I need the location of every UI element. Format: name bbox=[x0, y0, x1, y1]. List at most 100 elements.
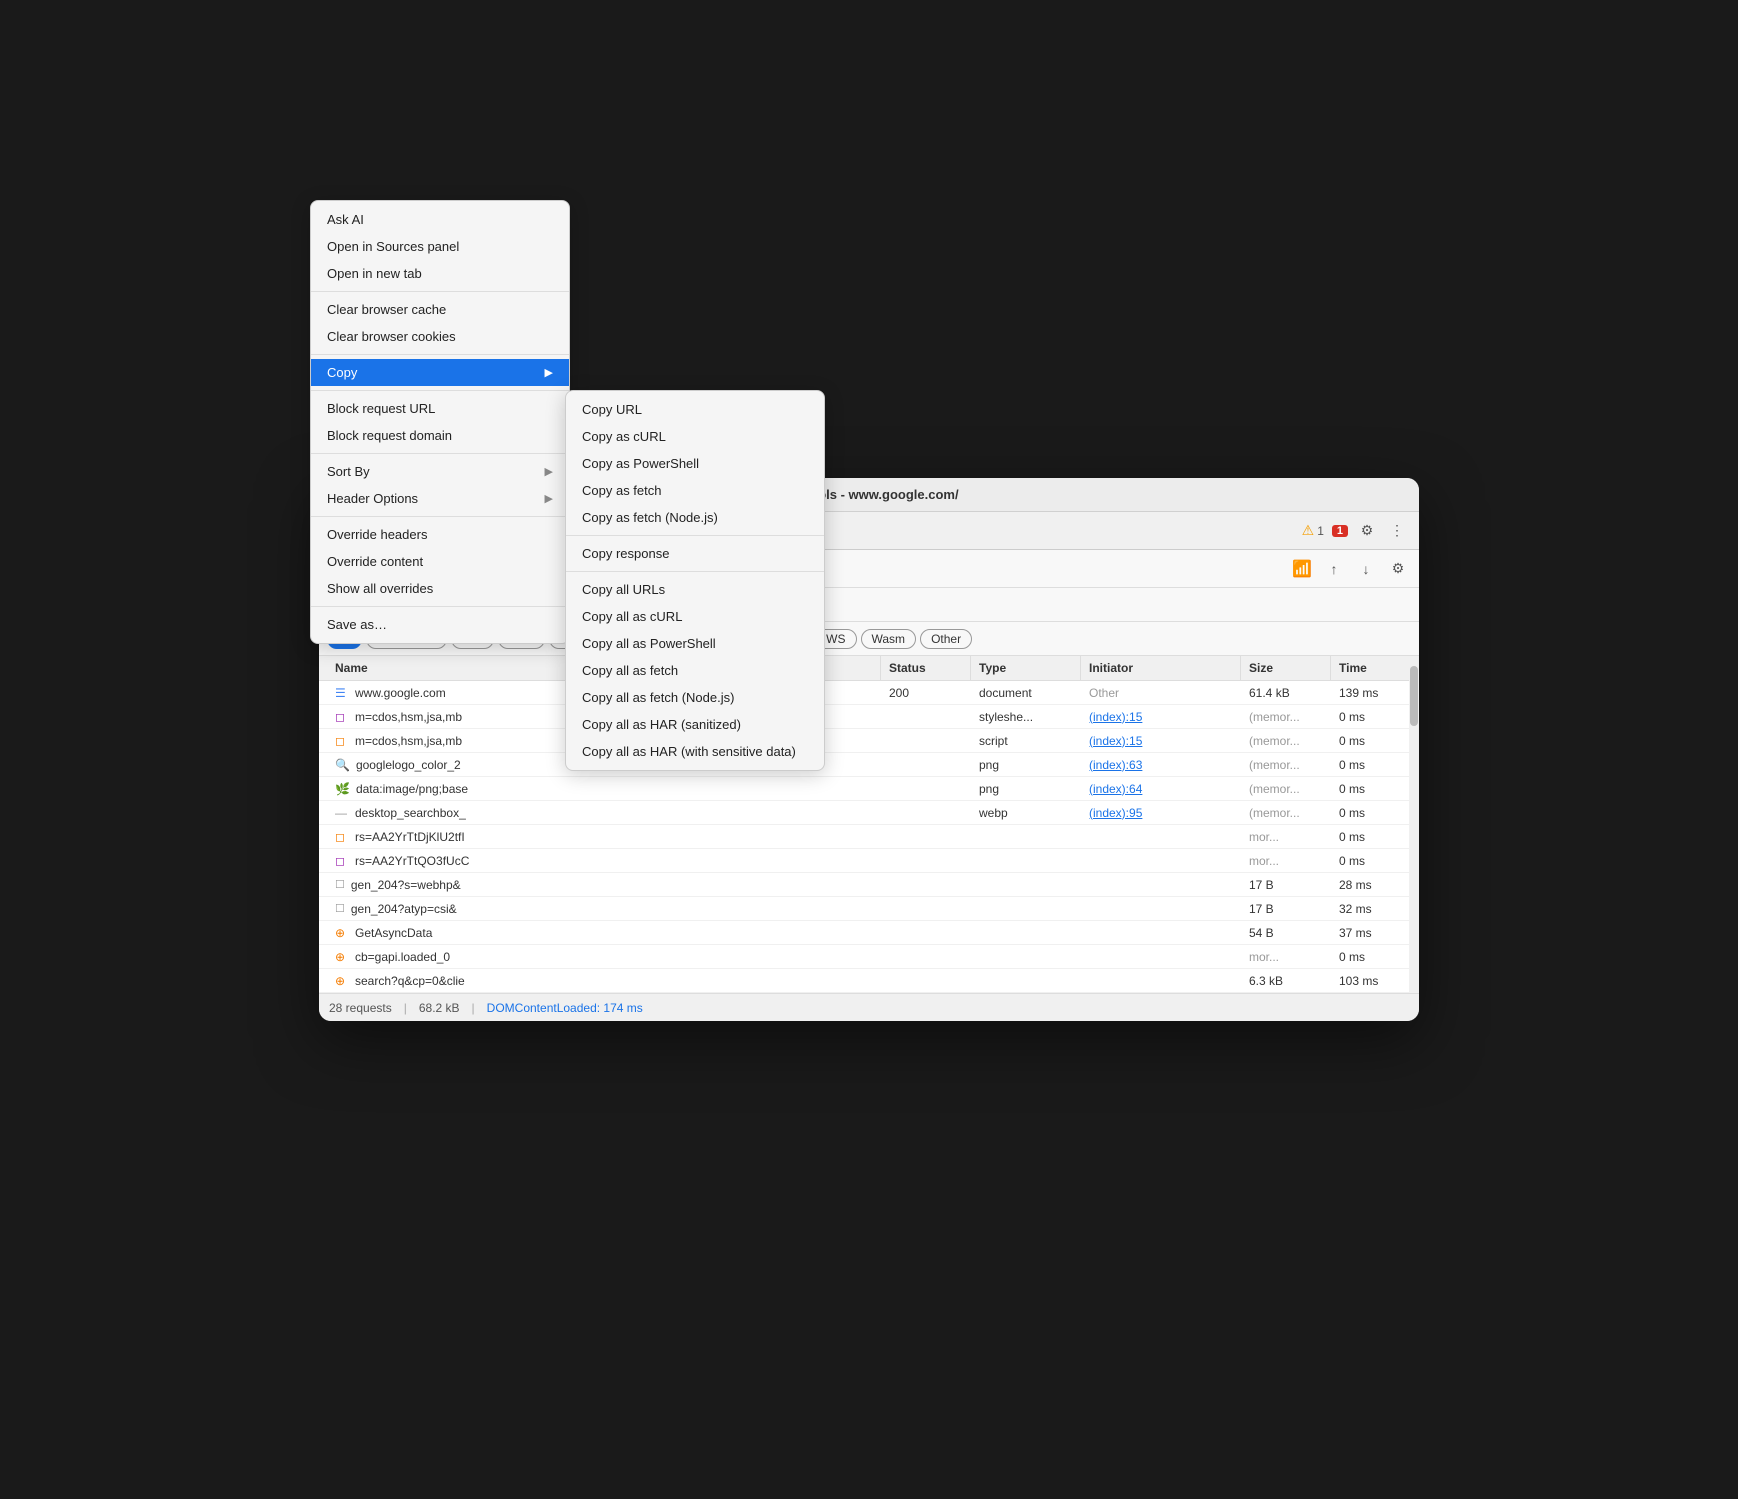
table-row[interactable]: ◻ rs=AA2YrTtDjKlU2tfI mor... 0 ms bbox=[319, 825, 1419, 849]
network-conditions-icon[interactable]: 📶 bbox=[1289, 556, 1315, 582]
scroll-track[interactable] bbox=[1409, 656, 1419, 993]
row-status bbox=[881, 930, 971, 936]
context-menu-override-content[interactable]: Override content bbox=[319, 548, 569, 575]
col-header-type[interactable]: Type bbox=[971, 656, 1081, 680]
row-size: (memor... bbox=[1241, 779, 1331, 799]
row-status bbox=[881, 714, 971, 720]
scroll-thumb[interactable] bbox=[1410, 666, 1418, 726]
row-initiator bbox=[1081, 978, 1241, 984]
table-row[interactable]: ☰ www.google.com 200 document Other 61.4… bbox=[319, 681, 1419, 705]
css-icon: ◻ bbox=[335, 710, 349, 724]
leaf-icon: 🌿 bbox=[335, 782, 350, 796]
context-menu-save-as[interactable]: Save as… bbox=[319, 611, 569, 638]
submenu-copy-all-curl[interactable]: Copy all as cURL bbox=[566, 603, 824, 630]
row-initiator[interactable]: (index):63 bbox=[1081, 755, 1241, 775]
row-name: googlelogo_color_2 bbox=[356, 758, 461, 772]
table-row[interactable]: ☐ gen_204?s=webhp& 17 B 28 ms bbox=[319, 873, 1419, 897]
col-header-initiator[interactable]: Initiator bbox=[1081, 656, 1241, 680]
row-size: mor... bbox=[1241, 947, 1331, 967]
row-initiator bbox=[1081, 858, 1241, 864]
table-row[interactable]: ◻ rs=AA2YrTtQO3fUcC mor... 0 ms bbox=[319, 849, 1419, 873]
submenu-copy-all-powershell[interactable]: Copy all as PowerShell bbox=[566, 630, 824, 657]
row-time: 37 ms bbox=[1331, 923, 1411, 943]
table-row[interactable]: ⊕ cb=gapi.loaded_0 mor... 0 ms bbox=[319, 945, 1419, 969]
submenu-separator bbox=[566, 535, 824, 536]
table-row[interactable]: ◻ m=cdos,hsm,jsa,mb styleshe... (index):… bbox=[319, 705, 1419, 729]
context-menu-header-options[interactable]: Header Options ▶ bbox=[319, 485, 569, 512]
row-initiator[interactable]: (index):95 bbox=[1081, 803, 1241, 823]
error-badge: 1 bbox=[1332, 525, 1348, 537]
context-menu-override-headers[interactable]: Override headers bbox=[319, 521, 569, 548]
row-initiator: Other bbox=[1081, 683, 1241, 703]
async-icon: ⊕ bbox=[335, 926, 349, 940]
transfer-size: 68.2 kB bbox=[419, 1001, 460, 1015]
import-icon[interactable]: ↑ bbox=[1321, 556, 1347, 582]
table-row[interactable]: ☐ gen_204?atyp=csi& 17 B 32 ms bbox=[319, 897, 1419, 921]
row-initiator[interactable]: (index):15 bbox=[1081, 731, 1241, 751]
status-bar: 28 requests | 68.2 kB | DOMContentLoaded… bbox=[319, 993, 1419, 1021]
row-name: gen_204?s=webhp& bbox=[351, 878, 461, 892]
row-status: 200 bbox=[881, 683, 971, 703]
table-row[interactable]: 🔍 googlelogo_color_2 png (index):63 (mem… bbox=[319, 753, 1419, 777]
submenu-copy-all-har-sanitized[interactable]: Copy all as HAR (sanitized) bbox=[566, 711, 824, 738]
row-name: cb=gapi.loaded_0 bbox=[355, 950, 450, 964]
row-name: data:image/png;base bbox=[356, 782, 468, 796]
row-size: (memor... bbox=[1241, 755, 1331, 775]
row-status bbox=[881, 786, 971, 792]
type-pill-other[interactable]: Other bbox=[920, 629, 972, 649]
sort-by-label: Sort By bbox=[327, 478, 370, 479]
row-initiator[interactable]: (index):64 bbox=[1081, 779, 1241, 799]
row-time: 32 ms bbox=[1331, 899, 1411, 919]
submenu-copy-fetch[interactable]: Copy as fetch bbox=[566, 478, 824, 504]
row-name: www.google.com bbox=[355, 686, 446, 700]
row-status bbox=[881, 978, 971, 984]
xhr-icon: ◻ bbox=[335, 830, 349, 844]
col-header-size[interactable]: Size bbox=[1241, 656, 1331, 680]
row-type: webp bbox=[971, 803, 1081, 823]
export-icon[interactable]: ↓ bbox=[1353, 556, 1379, 582]
table-header-row: Name Status Type Initiator Size Time bbox=[319, 656, 1419, 681]
table-row[interactable]: ◻ m=cdos,hsm,jsa,mb script (index):15 (m… bbox=[319, 729, 1419, 753]
type-pill-wasm[interactable]: Wasm bbox=[861, 629, 917, 649]
row-type: document bbox=[971, 683, 1081, 703]
row-size: 17 B bbox=[1241, 899, 1331, 919]
network-settings-icon[interactable]: ⚙ bbox=[1385, 556, 1411, 582]
context-menu-show-overrides[interactable]: Show all overrides bbox=[319, 575, 569, 602]
row-size: 6.3 kB bbox=[1241, 971, 1331, 991]
table-row[interactable]: ⊕ GetAsyncData 54 B 37 ms bbox=[319, 921, 1419, 945]
submenu-separator bbox=[566, 571, 824, 572]
devtools-window: DevTools - www.google.com/ ⌶ ⬜ Elements … bbox=[319, 478, 1419, 1021]
request-count: 28 requests bbox=[329, 1001, 392, 1015]
row-name: gen_204?atyp=csi& bbox=[351, 902, 457, 916]
warning-badge: ⚠ 1 bbox=[1302, 522, 1324, 539]
submenu-copy-all-har-sensitive[interactable]: Copy all as HAR (with sensitive data) bbox=[566, 738, 824, 765]
col-header-status[interactable]: Status bbox=[881, 656, 971, 680]
row-type bbox=[971, 930, 1081, 936]
submenu-copy-all-fetch[interactable]: Copy all as fetch bbox=[566, 657, 824, 684]
row-initiator[interactable]: (index):15 bbox=[1081, 707, 1241, 727]
row-size: (memor... bbox=[1241, 707, 1331, 727]
table-row[interactable]: 🌿 data:image/png;base png (index):64 (me… bbox=[319, 777, 1419, 801]
table-row[interactable]: ⊕ search?q&cp=0&clie 6.3 kB 103 ms bbox=[319, 969, 1419, 993]
row-time: 0 ms bbox=[1331, 851, 1411, 871]
settings-icon[interactable]: ⚙ bbox=[1353, 517, 1381, 545]
submenu-copy-fetch-node[interactable]: Copy as fetch (Node.js) bbox=[566, 504, 824, 531]
context-menu-sort-by[interactable]: Sort By ▶ bbox=[319, 478, 569, 485]
row-type bbox=[971, 906, 1081, 912]
context-menu: Ask AI Open in Sources panel Open in new… bbox=[319, 478, 570, 644]
table-row[interactable]: — desktop_searchbox_ webp (index):95 (me… bbox=[319, 801, 1419, 825]
submenu-copy-all-fetch-node[interactable]: Copy all as fetch (Node.js) bbox=[566, 684, 824, 711]
col-header-time[interactable]: Time bbox=[1331, 656, 1411, 680]
doc-icon: ☰ bbox=[335, 686, 349, 700]
checkbox-icon: ☐ bbox=[335, 878, 345, 891]
js-icon: ◻ bbox=[335, 734, 349, 748]
more-options-icon[interactable]: ⋮ bbox=[1383, 517, 1411, 545]
row-time: 28 ms bbox=[1331, 875, 1411, 895]
row-type bbox=[971, 882, 1081, 888]
row-status bbox=[881, 882, 971, 888]
submenu-copy-response[interactable]: Copy response bbox=[566, 540, 824, 567]
row-time: 0 ms bbox=[1331, 827, 1411, 847]
submenu-copy-all-urls[interactable]: Copy all URLs bbox=[566, 576, 824, 603]
row-name: rs=AA2YrTtQO3fUcC bbox=[355, 854, 469, 868]
row-type bbox=[971, 858, 1081, 864]
